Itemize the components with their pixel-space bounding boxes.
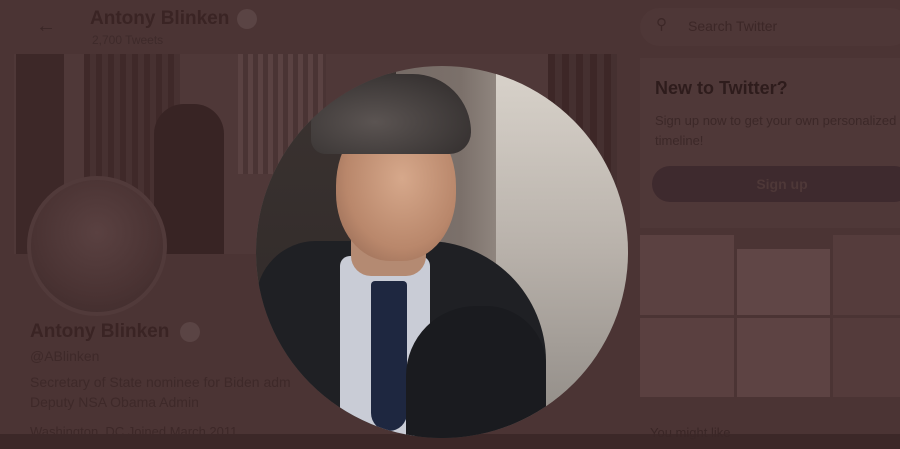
verified-badge-icon (237, 9, 257, 29)
media-thumbnail[interactable] (833, 235, 900, 315)
profile-bio-line: Deputy NSA Obama Admin (30, 394, 199, 410)
header-profile-name: Antony Blinken (90, 8, 230, 29)
tweets-count: 2,700 Tweets (92, 33, 164, 47)
arrow-left-icon[interactable]: ← (34, 14, 58, 38)
profile-bio-line: Secretary of State nominee for Biden adm (30, 374, 291, 390)
avatar[interactable] (27, 176, 167, 316)
sign-up-button[interactable]: Sign up (652, 166, 900, 202)
portrait-photo (256, 66, 628, 438)
twitter-profile-screenshot: ← Antony Blinken 2,700 Tweets Antony Bli… (0, 0, 900, 449)
new-to-twitter-title: New to Twitter? (655, 78, 788, 98)
search-icon: ⚲ (656, 16, 667, 33)
media-thumbnail[interactable] (640, 318, 734, 397)
media-grid (640, 235, 900, 397)
portrait-tie (371, 281, 407, 431)
new-to-twitter-description: timeline! (655, 133, 704, 148)
you-might-like-heading: You might like (650, 425, 731, 440)
media-thumbnail[interactable] (737, 318, 830, 397)
search-placeholder: Search Twitter (688, 18, 778, 34)
profile-handle: @ABlinken (30, 348, 100, 364)
media-thumbnail[interactable] (640, 235, 734, 315)
portrait-arm (406, 306, 546, 438)
new-to-twitter-description: Sign up now to get your own personalized (655, 113, 897, 128)
media-thumbnail[interactable] (737, 249, 830, 315)
media-thumbnail[interactable] (833, 318, 900, 397)
profile-name: Antony Blinken (30, 321, 170, 342)
verified-badge-icon (180, 322, 200, 342)
portrait-hair (311, 74, 471, 154)
